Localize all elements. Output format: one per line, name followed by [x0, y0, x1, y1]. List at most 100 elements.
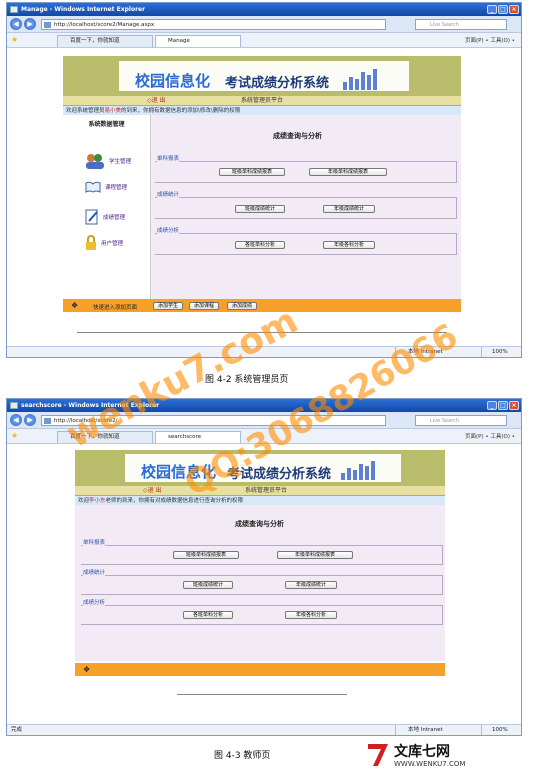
caption-figure-4-3: 图 4-3 教师页: [214, 751, 271, 761]
banner-chart-icon: [343, 66, 377, 90]
tab-baidu[interactable]: 百度一下，你就知道: [57, 431, 153, 443]
banner-chart-icon: [341, 458, 375, 480]
class-stats-button[interactable]: 班级成绩统计: [235, 205, 285, 213]
class-subject-analysis-button[interactable]: 各班单科分析: [183, 611, 233, 619]
section-analysis: 成绩分析 各班单科分析 年级各科分析: [155, 226, 457, 255]
url-input[interactable]: http://localhost/score2/Manage.aspx: [41, 19, 386, 30]
teacher-page-screenshot: searchscore - Windows Internet Explorer …: [6, 398, 522, 736]
quick-add-bar: ❖ 快速进入添加页面 添加学生 添加课程 添加成绩: [63, 299, 461, 312]
section-statistics: 成绩统计 班级成绩统计 年级成绩统计: [155, 190, 457, 219]
sidebar-item-scores[interactable]: 成绩管理: [85, 209, 125, 225]
windows-logo-icon: ❖: [83, 665, 91, 674]
minimize-button[interactable]: _: [487, 401, 497, 410]
top-nav-bar: ◇退 出 系统管理员平台: [75, 486, 445, 495]
forward-icon[interactable]: ▶: [24, 18, 36, 30]
url-text: http://localhost/score2/: [54, 418, 118, 424]
search-input[interactable]: Live Search: [415, 415, 507, 426]
sidebar-item-users[interactable]: 用户管理: [85, 235, 123, 251]
favorites-star-icon[interactable]: ★: [11, 35, 18, 44]
welcome-name: 李小东: [89, 498, 106, 504]
window-title: Manage - Windows Internet Explorer: [21, 6, 146, 13]
platform-label: 系统管理员平台: [241, 97, 284, 104]
exit-link[interactable]: ◇退 出: [147, 96, 166, 105]
main-title: 成绩查询与分析: [235, 520, 284, 528]
admin-page-screenshot: Manage - Windows Internet Explorer _ □ × ◀…: [6, 2, 522, 358]
sidebar-item-label: 成绩管理: [103, 215, 126, 221]
footer-divider: [177, 694, 347, 695]
class-stats-button[interactable]: 班级成绩统计: [183, 581, 233, 589]
close-button[interactable]: ×: [509, 401, 519, 410]
sidebar-item-students[interactable]: 学生管理: [85, 153, 131, 169]
welcome-bar: 欢迎李小东老师的到来，你拥有对成绩数据信息进行查询分析的权限: [75, 495, 445, 505]
toolbar-menu[interactable]: 页面(P) • 工具(O) •: [465, 36, 515, 44]
section-label: 单科报表: [157, 154, 180, 162]
main-area: 成绩查询与分析 单科报表 班级单科成绩报表 年级单科成绩报表 成绩统计 班级成绩…: [75, 505, 445, 661]
favorites-star-icon[interactable]: ★: [11, 431, 18, 440]
add-student-button[interactable]: 添加学生: [153, 302, 183, 310]
maximize-button[interactable]: □: [498, 401, 508, 410]
search-input[interactable]: Live Search: [415, 19, 507, 30]
close-button[interactable]: ×: [509, 5, 519, 14]
section-label: 单科报表: [83, 538, 106, 546]
class-single-report-button[interactable]: 班级单科成绩报表: [219, 168, 285, 176]
ie-page-icon: [10, 6, 18, 13]
security-zone: 本地 Intranet: [395, 347, 481, 357]
forward-icon[interactable]: ▶: [24, 414, 36, 426]
section-analysis: 成绩分析 各班单科分析 年级各科分析: [81, 598, 443, 625]
add-course-button[interactable]: 添加课程: [189, 302, 219, 310]
tab-manage[interactable]: Manage: [155, 35, 241, 47]
section-single-subject: 单科报表 班级单科成绩报表 年级单科成绩报表: [155, 154, 457, 183]
tab-bar: ★ 百度一下，你就知道 Manage 页面(P) • 工具(O) •: [7, 33, 521, 48]
section-label: 成绩分析: [83, 598, 106, 606]
address-bar: ◀ ▶ http://localhost/score2/ Live Search: [7, 412, 521, 429]
top-nav-bar: ◇退 出 系统管理员平台: [63, 96, 461, 105]
bottom-bar: ❖: [75, 663, 445, 676]
zoom-level[interactable]: 100%: [481, 347, 521, 357]
web-page: 校园信息化 考试成绩分析系统 ◇退 出 系统管理员平台 欢迎李小东老师的到来，你…: [75, 450, 445, 678]
welcome-permission: 的到来，你拥有数据信息的添加\修改\删除的权限: [121, 108, 241, 114]
back-icon[interactable]: ◀: [10, 414, 22, 426]
toolbar-menu[interactable]: 页面(P) • 工具(O) •: [465, 432, 515, 440]
grade-single-report-button[interactable]: 年级单科成绩报表: [277, 551, 353, 559]
welcome-permission: 老师的到来，你拥有对成绩数据信息进行查询分析的权限: [105, 498, 244, 504]
maximize-button[interactable]: □: [498, 5, 508, 14]
windows-logo-icon: ❖: [71, 301, 79, 310]
address-bar: ◀ ▶ http://localhost/score2/Manage.aspx …: [7, 16, 521, 33]
banner: 校园信息化 考试成绩分析系统: [63, 56, 461, 96]
sidebar-item-courses[interactable]: 课程管理: [85, 181, 127, 193]
tab-baidu[interactable]: 百度一下，你就知道: [57, 35, 153, 47]
class-single-report-button[interactable]: 班级单科成绩报表: [173, 551, 239, 559]
url-input[interactable]: http://localhost/score2/: [41, 415, 386, 426]
grade-single-report-button[interactable]: 年级单科成绩报表: [309, 168, 387, 176]
sidebar-item-label: 用户管理: [101, 241, 124, 247]
exit-link[interactable]: ◇退 出: [143, 486, 162, 495]
grade-all-analysis-button[interactable]: 年级各科分析: [323, 241, 375, 249]
tab-searchscore[interactable]: searchscore: [155, 431, 241, 443]
banner-title-a: 校园信息化: [141, 463, 217, 481]
status-text: 完成: [11, 727, 23, 733]
url-text: http://localhost/score2/Manage.aspx: [54, 22, 155, 28]
minimize-button[interactable]: _: [487, 5, 497, 14]
add-score-button[interactable]: 添加成绩: [227, 302, 257, 310]
tab-bar: ★ 百度一下，你就知道 searchscore 页面(P) • 工具(O) •: [7, 429, 521, 444]
grade-stats-button[interactable]: 年级成绩统计: [285, 581, 337, 589]
section-single-subject: 单科报表 班级单科成绩报表 年级单科成绩报表: [81, 538, 443, 565]
banner: 校园信息化 考试成绩分析系统: [75, 450, 445, 486]
security-zone: 本地 Intranet: [395, 725, 481, 735]
lock-icon: [86, 235, 96, 250]
welcome-text: 欢迎: [78, 498, 90, 504]
web-page: 校园信息化 考试成绩分析系统 ◇退 出 系统管理员平台 欢迎系统管理员易小美的到…: [63, 56, 461, 316]
page-icon: [44, 418, 51, 424]
class-subject-analysis-button[interactable]: 各班单科分析: [235, 241, 285, 249]
zoom-level[interactable]: 100%: [481, 725, 521, 735]
wenku7-logo: 文库七网 WWW.WENKU7.COM: [368, 743, 465, 768]
window-titlebar: searchscore - Windows Internet Explorer …: [7, 399, 521, 412]
grade-all-analysis-button[interactable]: 年级各科分析: [285, 611, 337, 619]
sidebar-item-label: 学生管理: [109, 159, 132, 165]
edit-document-icon: [85, 209, 98, 225]
status-bar: 完成 本地 Intranet 100%: [7, 724, 521, 735]
brand-name: 文库七网: [394, 743, 450, 760]
welcome-bar: 欢迎系统管理员易小美的到来，你拥有数据信息的添加\修改\删除的权限: [63, 105, 461, 115]
back-icon[interactable]: ◀: [10, 18, 22, 30]
grade-stats-button[interactable]: 年级成绩统计: [323, 205, 375, 213]
